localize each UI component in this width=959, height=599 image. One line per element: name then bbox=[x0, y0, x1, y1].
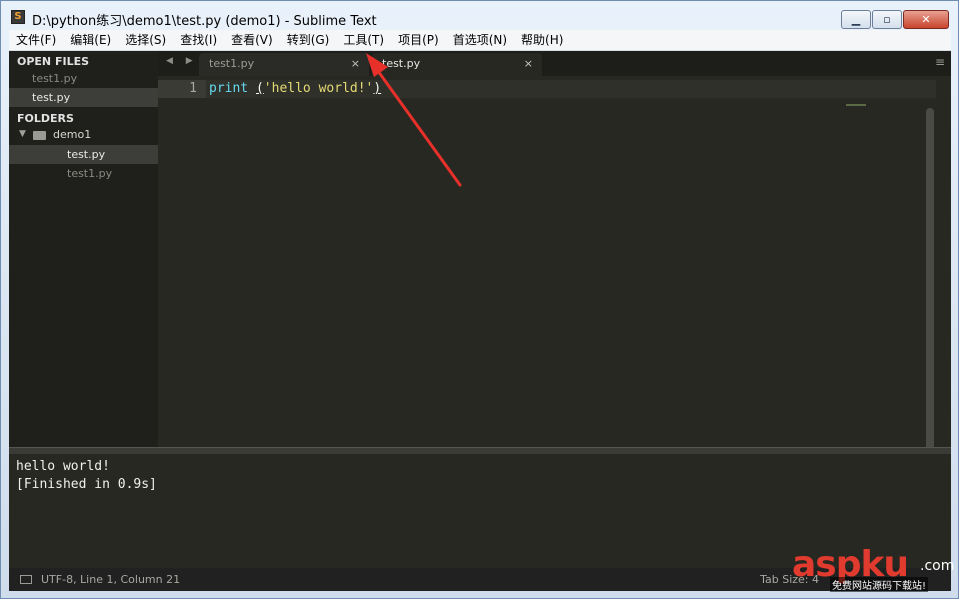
menu-tools[interactable]: 工具(T) bbox=[336, 30, 391, 50]
menu-preferences[interactable]: 首选项(N) bbox=[446, 30, 514, 50]
folder-icon bbox=[33, 131, 46, 140]
output-line: hello world! bbox=[16, 459, 110, 474]
sublime-app-icon: S bbox=[11, 10, 25, 24]
tab-close-icon[interactable]: × bbox=[524, 53, 533, 74]
tab-close-icon[interactable]: × bbox=[351, 53, 360, 74]
menu-help[interactable]: 帮助(H) bbox=[514, 30, 570, 50]
folder-demo1[interactable]: demo1 bbox=[53, 128, 91, 141]
sidebar-folder-file-test[interactable]: test.py bbox=[9, 145, 158, 164]
maximize-button[interactable]: ▫ bbox=[872, 10, 902, 29]
line-number: 1 bbox=[189, 81, 197, 96]
menu-project[interactable]: 项目(P) bbox=[391, 30, 446, 50]
menu-find[interactable]: 查找(I) bbox=[173, 30, 224, 50]
menu-edit[interactable]: 编辑(E) bbox=[63, 30, 118, 50]
code-keyword: print bbox=[209, 81, 249, 96]
sidebar-item-label: test.py bbox=[32, 91, 71, 104]
window-controls: ▁ ▫ ✕ bbox=[840, 10, 949, 29]
tab-test[interactable]: test.py × bbox=[372, 53, 542, 76]
folder-expand-icon[interactable]: ▼ bbox=[19, 129, 26, 139]
sidebar-item-label: test1.py bbox=[67, 167, 113, 180]
tab-test1[interactable]: test1.py × bbox=[199, 53, 369, 76]
tab-bar: ◀ ▶ test1.py × test.py × ≡ bbox=[158, 51, 951, 76]
tab-nav-arrows-icon[interactable]: ◀ ▶ bbox=[166, 56, 198, 66]
sidebar-item-label: test1.py bbox=[32, 72, 78, 85]
window-title: D:\python练习\demo1\test.py (demo1) - Subl… bbox=[32, 14, 377, 29]
tab-label: test.py bbox=[382, 57, 421, 70]
watermark-tagline: 免费网站源码下载站! bbox=[830, 577, 929, 592]
app-window: S D:\python练习\demo1\test.py (demo1) - Su… bbox=[0, 0, 959, 599]
current-line-gutter-highlight bbox=[158, 80, 206, 98]
sidebar-item-label: test.py bbox=[67, 148, 106, 161]
folders-header: FOLDERS bbox=[17, 112, 74, 125]
watermark-domain: .com bbox=[920, 558, 955, 574]
menu-bar: 文件(F) 编辑(E) 选择(S) 查找(I) 查看(V) 转到(G) 工具(T… bbox=[9, 30, 951, 51]
sidebar: OPEN FILES test1.py test.py FOLDERS ▼ de… bbox=[9, 51, 158, 447]
code-close-paren: ) bbox=[373, 81, 382, 96]
editor-scrollbar[interactable] bbox=[926, 108, 934, 469]
minimize-button[interactable]: ▁ bbox=[841, 10, 871, 29]
minimap[interactable] bbox=[846, 104, 866, 106]
status-encoding-position: UTF-8, Line 1, Column 21 bbox=[41, 573, 181, 586]
line-number-gutter: 1 bbox=[158, 76, 206, 447]
menu-view[interactable]: 查看(V) bbox=[224, 30, 280, 50]
title-bar: S D:\python练习\demo1\test.py (demo1) - Su… bbox=[1, 1, 958, 31]
code-string: 'hello world!' bbox=[263, 81, 374, 96]
sidebar-folder-file-test1[interactable]: test1.py bbox=[9, 164, 158, 183]
panel-toggle-icon[interactable] bbox=[20, 575, 32, 584]
close-button[interactable]: ✕ bbox=[903, 10, 949, 29]
menu-file[interactable]: 文件(F) bbox=[9, 30, 63, 50]
output-panel-divider[interactable] bbox=[9, 447, 951, 454]
code-line[interactable]: print ('hello world!') bbox=[209, 80, 381, 98]
menu-selection[interactable]: 选择(S) bbox=[118, 30, 173, 50]
menu-goto[interactable]: 转到(G) bbox=[280, 30, 337, 50]
open-files-header: OPEN FILES bbox=[17, 55, 90, 68]
output-line: [Finished in 0.9s] bbox=[16, 477, 157, 492]
tab-label: test1.py bbox=[209, 57, 255, 70]
editor-client-area: OPEN FILES test1.py test.py FOLDERS ▼ de… bbox=[9, 51, 951, 591]
code-editor[interactable]: print ('hello world!') bbox=[206, 76, 936, 469]
sidebar-open-file-test1[interactable]: test1.py bbox=[9, 69, 158, 88]
tab-menu-icon[interactable]: ≡ bbox=[935, 55, 945, 69]
sidebar-open-file-test[interactable]: test.py bbox=[9, 88, 158, 107]
watermark: aspku .com 免费网站源码下载站! bbox=[782, 546, 955, 592]
code-open-paren: ( bbox=[255, 81, 264, 96]
